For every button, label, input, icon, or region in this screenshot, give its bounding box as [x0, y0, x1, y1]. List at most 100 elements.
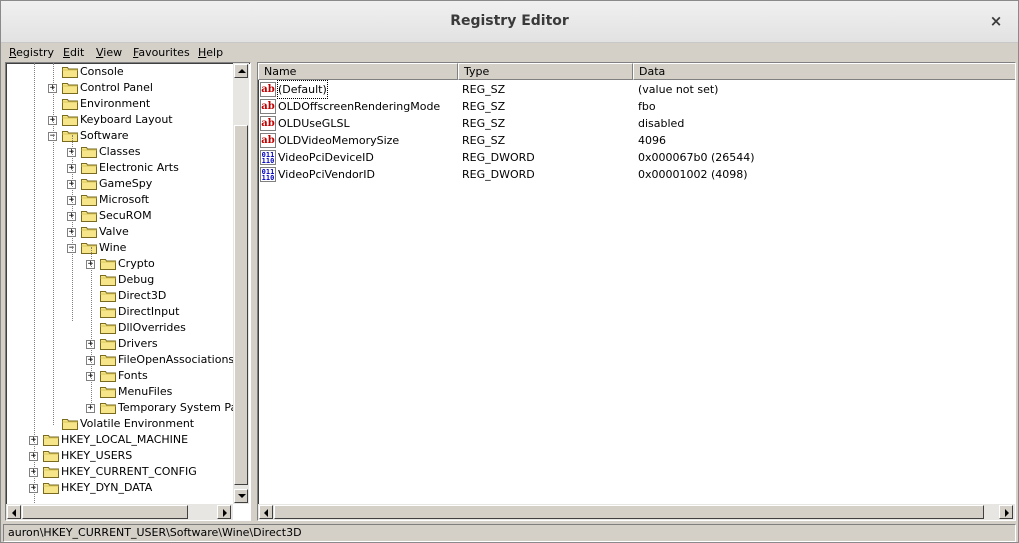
list-horizontal-scrollbar[interactable] [258, 504, 1015, 520]
scroll-left-button[interactable] [7, 505, 21, 519]
tree-connector-line [91, 247, 92, 407]
tree-item[interactable]: + HKEY_USERS [6, 448, 232, 464]
close-icon[interactable]: × [986, 11, 1006, 31]
tree-connector-line [72, 135, 73, 321]
tree-vertical-scrollbar[interactable] [233, 63, 249, 504]
folder-icon [100, 290, 116, 302]
folder-icon [62, 130, 78, 142]
tree-item[interactable]: + Keyboard Layout [6, 112, 232, 128]
value-name: OLDOffscreenRenderingMode [278, 100, 441, 113]
value-row[interactable]: ab (Default) REG_SZ (value not set) [258, 80, 1015, 99]
string-value-icon: ab [260, 99, 276, 114]
folder-icon [43, 466, 59, 478]
folder-icon [100, 354, 116, 366]
folder-icon [81, 226, 97, 238]
value-row[interactable]: ab OLDOffscreenRenderingMode REG_SZ fbo [258, 98, 1015, 115]
tree-item[interactable]: + Microsoft [6, 192, 232, 208]
value-row[interactable]: ab OLDVideoMemorySize REG_SZ 4096 [258, 132, 1015, 149]
menu-registry[interactable]: Registry [9, 46, 54, 59]
tree-item[interactable]: + HKEY_LOCAL_MACHINE [6, 432, 232, 448]
value-row[interactable]: 011 110 VideoPciVendorID REG_DWORD 0x0000100… [258, 166, 1015, 183]
value-type: REG_SZ [462, 100, 506, 113]
values-list-pane[interactable]: Name Type Data ab (Default) REG_SZ (value n… [257, 62, 1016, 521]
tree-item-label: HKEY_LOCAL_MACHINE [61, 433, 189, 446]
tree-item[interactable]: Volatile Environment [6, 416, 232, 432]
tree-item-label: HKEY_CURRENT_CONFIG [61, 465, 197, 478]
column-header-name[interactable]: Name [258, 63, 458, 80]
value-row[interactable]: 011 110 VideoPciDeviceID REG_DWORD 0x000067b… [258, 149, 1015, 166]
tree-item[interactable]: + Drivers [6, 336, 232, 352]
folder-icon [100, 274, 116, 286]
tree-vertical-scroll-thumb[interactable] [234, 125, 248, 485]
value-name: VideoPciVendorID [278, 168, 375, 181]
tree-item[interactable]: + Control Panel [6, 80, 232, 96]
column-header-type[interactable]: Type [458, 63, 633, 80]
registry-editor-window: Registry Editor × Registry Edit View Favour… [0, 0, 1019, 543]
tree-item[interactable]: DllOverrides [6, 320, 232, 336]
folder-icon [100, 386, 116, 398]
tree-item-label: Drivers [118, 337, 158, 350]
value-row[interactable]: ab OLDUseGLSL REG_SZ disabled [258, 115, 1015, 132]
tree-horizontal-scroll-thumb[interactable] [22, 505, 188, 519]
tree-item-label: Wine [99, 241, 127, 254]
tree-item[interactable]: + Crypto [6, 256, 232, 272]
tree-horizontal-scrollbar[interactable] [6, 504, 233, 520]
folder-icon [43, 482, 59, 494]
tree-item[interactable]: MenuFiles [6, 384, 232, 400]
scroll-down-button[interactable] [234, 489, 248, 503]
tree-item-label: DirectInput [118, 305, 180, 318]
menu-view[interactable]: View [96, 46, 122, 59]
string-value-icon: ab [260, 82, 276, 97]
tree-item-label: Debug [118, 273, 155, 286]
scroll-right-button[interactable] [217, 505, 231, 519]
tree-item-label: Software [80, 129, 129, 142]
tree-item[interactable]: + Temporary System Para [6, 400, 249, 416]
folder-icon [62, 66, 78, 78]
tree-item[interactable]: − Software [6, 128, 232, 144]
tree-item-label: Volatile Environment [80, 417, 195, 430]
value-type: REG_SZ [462, 83, 506, 96]
tree-item[interactable]: + HKEY_DYN_DATA [6, 480, 232, 496]
value-data: disabled [638, 117, 685, 130]
tree-item[interactable]: + Valve [6, 224, 232, 240]
tree-item[interactable]: Debug [6, 272, 232, 288]
tree-item-label: Temporary System Para [118, 401, 249, 414]
tree-item[interactable]: + GameSpy [6, 176, 232, 192]
column-header-data[interactable]: Data [633, 63, 1015, 80]
menu-bar: Registry Edit View Favourites Help [1, 43, 1018, 62]
tree-item-label: Keyboard Layout [80, 113, 173, 126]
tree-item[interactable]: + Fonts [6, 368, 232, 384]
folder-icon [62, 114, 78, 126]
tree-item-label: Crypto [118, 257, 155, 270]
tree-item[interactable]: + FileOpenAssociations [6, 352, 234, 368]
tree-item[interactable]: + Classes [6, 144, 232, 160]
list-horizontal-scroll-thumb[interactable] [274, 505, 984, 519]
scroll-up-button[interactable] [234, 64, 248, 78]
folder-icon [43, 434, 59, 446]
menu-help[interactable]: Help [198, 46, 223, 59]
folder-icon [81, 162, 97, 174]
tree-item[interactable]: Console [6, 64, 232, 80]
menu-edit[interactable]: Edit [63, 46, 84, 59]
tree-item[interactable]: Environment [6, 96, 232, 112]
value-data: 4096 [638, 134, 666, 147]
folder-icon [81, 146, 97, 158]
tree-item[interactable]: + HKEY_CURRENT_CONFIG [6, 464, 232, 480]
value-type: REG_SZ [462, 134, 506, 147]
title-bar[interactable]: Registry Editor × [1, 1, 1018, 43]
tree-item[interactable]: + SecuROM [6, 208, 232, 224]
scroll-right-button[interactable] [999, 505, 1013, 519]
tree-item[interactable]: + Electronic Arts [6, 160, 232, 176]
tree-item[interactable]: DirectInput [6, 304, 232, 320]
scroll-left-button[interactable] [259, 505, 273, 519]
tree-item-label: Electronic Arts [99, 161, 179, 174]
key-tree-pane[interactable]: Console + Control Panel Environment + Keyboar… [5, 62, 251, 521]
tree-item[interactable]: − Wine [6, 240, 232, 256]
tree-item-label: GameSpy [99, 177, 153, 190]
folder-icon [81, 194, 97, 206]
value-name: OLDVideoMemorySize [278, 134, 400, 147]
menu-favourites[interactable]: Favourites [133, 46, 190, 59]
tree-item[interactable]: Direct3D [6, 288, 232, 304]
tree-item-label: MenuFiles [118, 385, 173, 398]
value-type: REG_SZ [462, 117, 506, 130]
